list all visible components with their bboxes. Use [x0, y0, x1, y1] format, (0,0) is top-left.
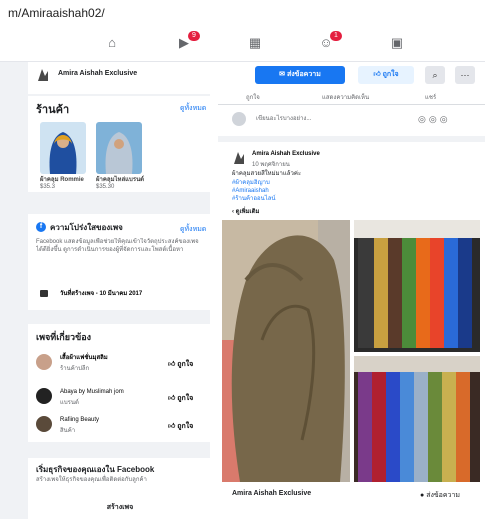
groups-icon[interactable]: ☺ 1	[317, 31, 342, 51]
send-message-label: ส่งข้อความ	[286, 71, 321, 78]
product-image[interactable]	[96, 122, 142, 174]
related-page-name[interactable]: เสื้อผ้าแฟชั่นมุสลิม	[60, 354, 108, 362]
product-name[interactable]: ผ้าคลุม Rommie	[40, 176, 84, 184]
video-icon[interactable]: ▶ 9	[175, 31, 200, 51]
gaming-icon[interactable]: ▣	[388, 35, 406, 51]
related-page-name[interactable]: Abaya by Muslimah jom	[60, 388, 124, 396]
avatar[interactable]	[36, 388, 52, 404]
divider	[218, 104, 485, 105]
thumbs-up-icon: 👍︎	[373, 71, 381, 78]
thumbs-up-icon: 👍︎	[168, 423, 176, 430]
post-footer-button[interactable]: ● ส่งข้อความ	[420, 490, 460, 501]
marketplace-icon[interactable]: ▦	[246, 35, 264, 51]
page-like-button[interactable]: 👍︎ ถูกใจ	[358, 66, 414, 84]
related-page-category: สินค้า	[60, 428, 76, 434]
tab-share[interactable]: แชร์	[425, 92, 436, 102]
page-name[interactable]: Amira Aishah Exclusive	[58, 62, 137, 86]
see-more-label: ดูเพิ่มเติม	[235, 209, 260, 215]
hashtag[interactable]: #Amiraaishah	[232, 187, 269, 195]
transparency-see-all[interactable]: ดูทั้งหมด	[180, 224, 206, 235]
shop-see-all[interactable]: ดูทั้งหมด	[180, 103, 206, 114]
create-title: เริ่มธุรกิจของคุณเองใน Facebook	[36, 465, 155, 474]
post-photo[interactable]	[354, 356, 480, 482]
page-created-date: วันที่สร้างเพจ - 10 มีนาคม 2017	[60, 291, 143, 297]
thumbs-up-icon: 👍︎	[168, 361, 176, 368]
thumbs-up-icon: 👍︎	[168, 395, 176, 402]
page-logo-icon	[234, 152, 244, 164]
messenger-icon: ●	[420, 492, 425, 499]
product-price: $35.30	[96, 184, 115, 190]
composer-tools-icon[interactable]: ◎◎◎	[418, 114, 451, 125]
product-image[interactable]	[40, 122, 86, 174]
like-button[interactable]: 👍︎ ถูกใจ	[168, 393, 193, 404]
related-page-name[interactable]: Rafiing Beauty	[60, 416, 99, 424]
composer-input[interactable]: เขียนอะไรบางอย่าง...	[256, 115, 311, 123]
chevron-left-icon: ‹	[232, 209, 234, 215]
create-page-button[interactable]: สร้างเพจ	[36, 500, 204, 516]
flag-icon	[40, 290, 48, 297]
facebook-icon: f	[36, 222, 46, 232]
transparency-description: Facebook แสดงข้อมูลเพื่อช่วยให้คุณเข้าใจ…	[36, 239, 199, 253]
post-author[interactable]: Amira Aishah Exclusive	[252, 150, 320, 158]
post-photo[interactable]	[222, 220, 350, 482]
like-label: ถูกใจ	[177, 361, 194, 368]
avatar[interactable]	[36, 416, 52, 432]
create-description: สร้างเพจให้ธุรกิจของคุณเพื่อติดต่อกับลูก…	[36, 477, 147, 483]
like-label: ถูกใจ	[177, 395, 194, 402]
notification-badge: 9	[188, 31, 200, 41]
related-page-category: ร้านค้าปลีก	[60, 366, 90, 372]
like-label: ถูกใจ	[177, 423, 194, 430]
product-name[interactable]: ผ้าคลุมไหล่แบรนด์	[96, 176, 144, 184]
see-more-link[interactable]: ‹ ดูเพิ่มเติม	[232, 208, 259, 216]
avatar	[232, 112, 246, 126]
like-label: ถูกใจ	[382, 71, 399, 78]
like-button[interactable]: 👍︎ ถูกใจ	[168, 359, 193, 370]
page-logo-icon	[38, 69, 48, 81]
hashtag[interactable]: #ผ้าคลุมฮิญาบ	[232, 179, 270, 187]
related-page-category: แบรนด์	[60, 400, 79, 406]
search-icon[interactable]: ⌕	[425, 66, 445, 84]
messenger-icon: ✉	[279, 71, 286, 78]
tab-like[interactable]: ถูกใจ	[246, 92, 260, 102]
like-button[interactable]: 👍︎ ถูกใจ	[168, 421, 193, 432]
more-icon[interactable]: ⋯	[455, 66, 475, 84]
avatar[interactable]	[36, 354, 52, 370]
address-bar[interactable]: m/Amiraaishah02/	[8, 6, 105, 20]
home-icon[interactable]: ⌂	[103, 35, 121, 51]
top-navigation: ⌂ ▶ 9 ▦ ☺ 1 ▣	[0, 26, 485, 62]
post-photo[interactable]	[354, 220, 480, 352]
product-price: $35.3	[40, 184, 56, 190]
related-title: เพจที่เกี่ยวข้อง	[36, 332, 92, 342]
shop-title: ร้านค้า	[36, 104, 70, 116]
groups-badge: 1	[330, 31, 342, 41]
transparency-title: ความโปร่งใสของเพจ	[50, 223, 123, 232]
section-gap	[218, 136, 485, 142]
hashtag[interactable]: #ร้านค้าออนไลน์	[232, 195, 276, 203]
post-text: ผ้าคลุมสวยสีใหม่มาแล้วค่ะ	[232, 171, 302, 177]
tab-comment[interactable]: แสดงความคิดเห็น	[322, 92, 369, 102]
send-message-button[interactable]: ✉ ส่งข้อความ	[255, 66, 345, 84]
post-time[interactable]: 10 พฤศจิกายน	[252, 159, 290, 169]
footer-button-label: ส่งข้อความ	[426, 492, 461, 499]
post-footer-name[interactable]: Amira Aishah Exclusive	[232, 490, 311, 497]
